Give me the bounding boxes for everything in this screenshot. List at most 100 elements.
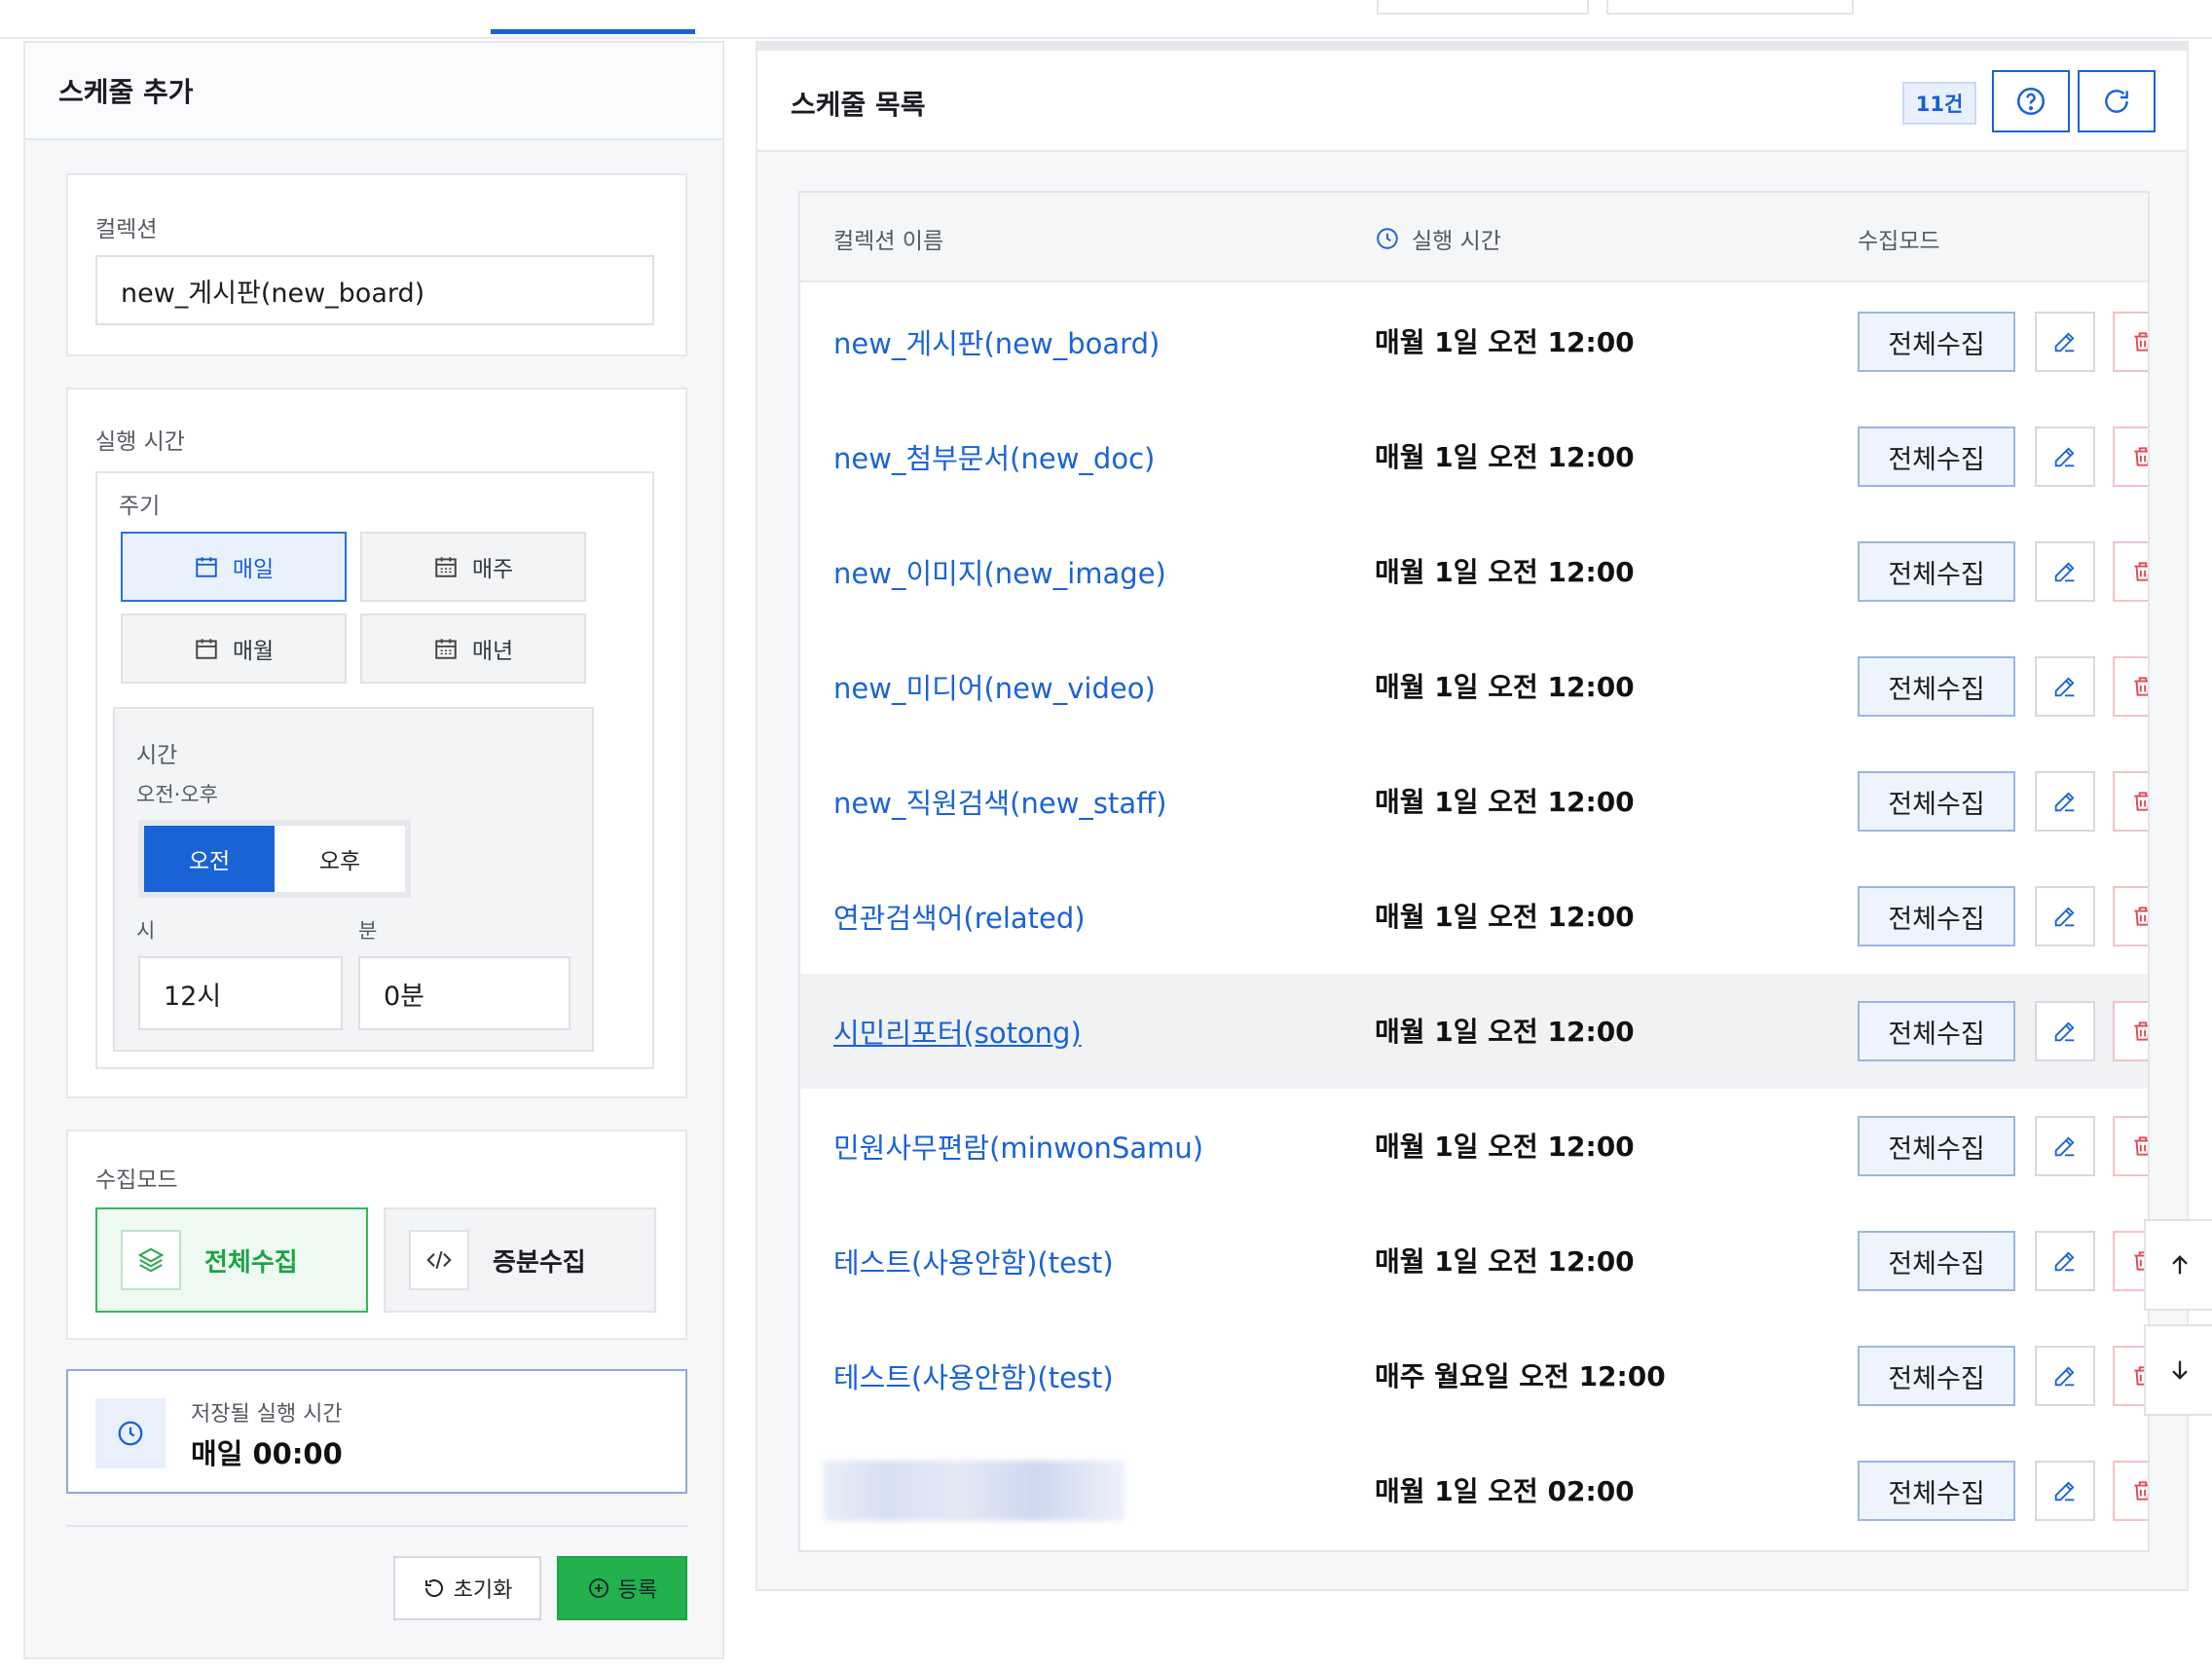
run-time-value: 매월 1일 오전 12:00 (1375, 441, 1635, 473)
delete-button[interactable] (2113, 427, 2148, 487)
period-daily-label: 매일 (232, 557, 275, 582)
collection-name-link[interactable]: new_첨부문서(new_doc) (833, 436, 1155, 477)
time-box: 시간 오전·오후 오전 오후 시 분 12시 0분 (113, 707, 594, 1052)
top-control-1[interactable] (1377, 0, 1589, 15)
period-weekly-label: 매주 (471, 557, 514, 582)
schedule-list-panel: 스케줄 목록 11건 컬렉션 이름 실행 시간 수집모드 new_게시판(new… (756, 41, 2189, 1591)
edit-button[interactable] (2035, 656, 2095, 717)
collection-name-link[interactable]: 시민리포터(sotong) (833, 1011, 1082, 1052)
collection-name-link[interactable]: new_직원검색(new_staff) (833, 781, 1166, 822)
arrow-up-icon (2172, 1255, 2188, 1275)
edit-button[interactable] (2035, 1346, 2095, 1406)
period-daily-button[interactable]: 매일 (121, 532, 347, 602)
period-weekly-button[interactable]: 매주 (360, 532, 586, 602)
collect-mode-button[interactable]: 전체수집 (1858, 1231, 2015, 1291)
collection-name-link[interactable]: 민원사무편람(minwonSamu) (833, 1126, 1203, 1167)
register-button[interactable]: 등록 (557, 1556, 687, 1620)
refresh-icon (2105, 90, 2128, 113)
edit-button[interactable] (2035, 771, 2095, 832)
summary-box: 저장될 실행 시간 매일 00:00 (66, 1369, 687, 1494)
collection-name-link[interactable]: new_이미지(new_image) (833, 551, 1166, 592)
hour-label: 시 (136, 919, 156, 943)
refresh-button[interactable] (2078, 70, 2156, 132)
summary-value: 매일 00:00 (191, 1437, 343, 1470)
collection-name-link[interactable]: 테스트(사용안함)(test) (833, 1355, 1114, 1396)
minute-select[interactable]: 0분 (358, 956, 571, 1030)
delete-button[interactable] (2113, 1001, 2148, 1061)
edit-button[interactable] (2035, 541, 2095, 602)
edit-button[interactable] (2035, 1461, 2095, 1521)
top-control-2[interactable] (1606, 0, 1854, 15)
collect-mode-button[interactable]: 전체수집 (1858, 1346, 2015, 1406)
run-time-card: 실행 시간 주기 매일 매주 매월 매년 시간 오전·오후 오전 오후 시 분 … (66, 388, 687, 1098)
pencil-icon (2054, 1251, 2075, 1272)
delete-button[interactable] (2113, 656, 2148, 717)
code-icon (409, 1230, 469, 1290)
period-yearly-button[interactable]: 매년 (360, 613, 586, 684)
delete-button[interactable] (2113, 541, 2148, 602)
delete-button[interactable] (2113, 771, 2148, 832)
trash-icon (2134, 332, 2148, 352)
count-badge: 11건 (1902, 82, 1976, 125)
edit-button[interactable] (2035, 1116, 2095, 1176)
trash-icon (2134, 1136, 2148, 1156)
table-row: new_게시판(new_board) 매월 1일 오전 12:00 전체수집 (800, 284, 2148, 399)
trash-icon (2134, 1481, 2148, 1501)
run-time-value: 매월 1일 오전 12:00 (1375, 1016, 1635, 1048)
collect-mode-button[interactable]: 전체수집 (1858, 427, 2015, 487)
edit-button[interactable] (2035, 886, 2095, 946)
pencil-icon (2054, 1481, 2075, 1502)
collect-mode-button[interactable]: 전체수집 (1858, 656, 2015, 717)
ampm-toggle: 오전 오후 (138, 820, 411, 898)
pencil-icon (2054, 1136, 2075, 1157)
reset-button[interactable]: 초기화 (393, 1556, 541, 1620)
am-option[interactable]: 오전 (144, 826, 275, 892)
help-button[interactable] (1992, 70, 2070, 132)
incremental-collect-option[interactable]: 증분수집 (384, 1207, 656, 1313)
edit-button[interactable] (2035, 1001, 2095, 1061)
collect-mode-button[interactable]: 전체수집 (1858, 771, 2015, 832)
clock-icon (1377, 228, 1398, 249)
collect-mode-label: 수집모드 (95, 1168, 178, 1193)
hour-select[interactable]: 12시 (138, 956, 343, 1030)
pencil-icon (2054, 1366, 2075, 1387)
run-time-value: 매월 1일 오전 12:00 (1375, 1131, 1635, 1163)
collect-mode-button[interactable]: 전체수집 (1858, 1001, 2015, 1061)
edit-button[interactable] (2035, 427, 2095, 487)
plus-circle-icon (588, 1578, 608, 1598)
full-collect-label: 전체수집 (204, 1247, 298, 1278)
run-time-value: 매월 1일 오전 02:00 (1375, 1475, 1635, 1507)
collect-mode-button[interactable]: 전체수집 (1858, 1461, 2015, 1521)
pm-option[interactable]: 오후 (275, 826, 405, 892)
collection-select[interactable]: new_게시판(new_board) (95, 255, 654, 325)
collect-mode-button[interactable]: 전체수집 (1858, 886, 2015, 946)
scroll-up-button[interactable] (2144, 1219, 2212, 1311)
full-collect-option[interactable]: 전체수집 (95, 1207, 368, 1313)
edit-button[interactable] (2035, 312, 2095, 372)
period-yearly-label: 매년 (471, 639, 514, 664)
delete-button[interactable] (2113, 1461, 2148, 1521)
divider (66, 1525, 687, 1527)
delete-button[interactable] (2113, 886, 2148, 946)
scroll-down-button[interactable] (2144, 1324, 2212, 1416)
collect-mode-button[interactable]: 전체수집 (1858, 541, 2015, 602)
trash-icon (2134, 792, 2148, 811)
delete-button[interactable] (2113, 1116, 2148, 1176)
col-mode: 수집모드 (1858, 229, 1940, 254)
run-time-value: 매월 1일 오전 12:00 (1375, 556, 1635, 588)
delete-button[interactable] (2113, 312, 2148, 372)
run-time-label: 실행 시간 (95, 429, 185, 455)
collection-name-link[interactable]: new_미디어(new_video) (833, 666, 1156, 707)
collection-name-link[interactable]: new_게시판(new_board) (833, 321, 1160, 362)
edit-button[interactable] (2035, 1231, 2095, 1291)
table-row: 테스트(사용안함)(test) 매월 1일 오전 12:00 전체수집 (800, 1204, 2148, 1318)
summary-label: 저장될 실행 시간 (191, 1402, 343, 1427)
active-tab-indicator (491, 29, 695, 34)
period-monthly-button[interactable]: 매월 (121, 613, 347, 684)
table-header: 컬렉션 이름 실행 시간 수집모드 (800, 193, 2148, 282)
run-time-value: 매월 1일 오전 12:00 (1375, 1245, 1635, 1278)
collection-name-link[interactable]: 테스트(사용안함)(test) (833, 1241, 1114, 1281)
collection-name-link[interactable]: 연관검색어(related) (833, 896, 1086, 937)
collect-mode-button[interactable]: 전체수집 (1858, 1116, 2015, 1176)
collect-mode-button[interactable]: 전체수집 (1858, 312, 2015, 372)
